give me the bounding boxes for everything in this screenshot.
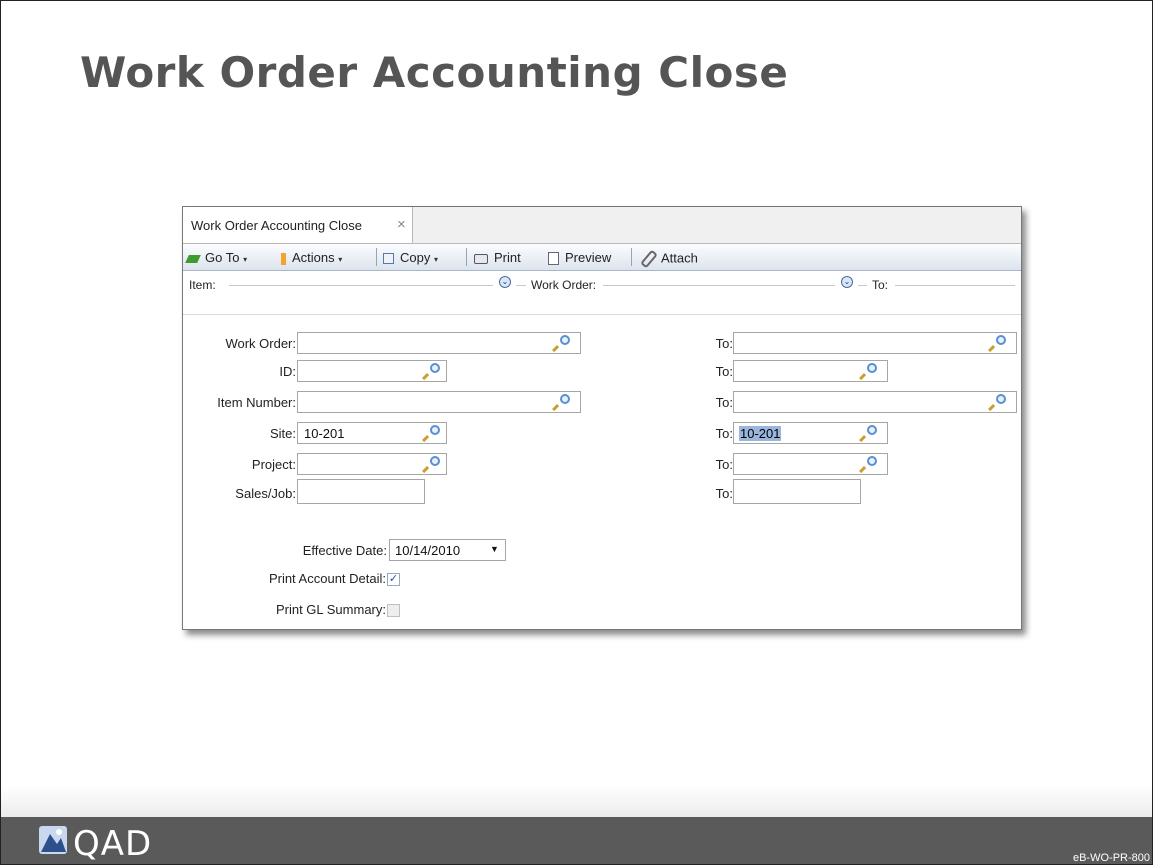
effective-date-value: 10/14/2010 (395, 543, 461, 558)
print-label: Print (494, 250, 521, 265)
toolbar-separator (631, 248, 632, 266)
brand-logo-text: QAD (73, 824, 153, 864)
expand-work-order-icon[interactable]: ⌄ (841, 276, 853, 288)
group-item-label: Item: (189, 278, 216, 292)
print-account-detail-checkbox[interactable]: ✓ (387, 573, 400, 586)
item-number-label: Item Number: (217, 395, 296, 410)
work-order-to-input[interactable] (733, 332, 1017, 354)
attach-button[interactable]: Attach (640, 249, 698, 269)
item-number-to-lookup-icon[interactable] (988, 394, 1009, 412)
toolbar-separator (376, 248, 377, 266)
print-gl-summary-checkbox[interactable] (387, 604, 400, 617)
work-order-label: Work Order: (225, 336, 296, 351)
site-to-lookup-icon[interactable] (859, 425, 880, 443)
tab-bar: Work Order Accounting Close × (183, 207, 1021, 244)
work-order-to-label: To: (715, 336, 733, 351)
project-label: Project: (251, 457, 296, 472)
preview-icon (548, 252, 559, 266)
item-number-to-label: To: (715, 395, 733, 410)
id-lookup-icon[interactable] (422, 363, 443, 381)
toolbar: Go To ▾ Actions ▾ Copy ▾ Print Preview A… (183, 244, 1021, 271)
chevron-down-icon: ▾ (433, 255, 438, 264)
group-divider (858, 285, 867, 286)
actions-label: Actions (292, 250, 335, 265)
group-divider (516, 285, 526, 286)
footer-bar (1, 817, 1152, 864)
attach-label: Attach (661, 250, 698, 266)
preview-label: Preview (565, 250, 612, 265)
print-gl-summary-label: Print GL Summary: (275, 602, 386, 617)
item-number-to-input[interactable] (733, 391, 1017, 413)
section-divider (183, 314, 1021, 315)
item-number-lookup-icon[interactable] (552, 394, 573, 412)
project-to-label: To: (715, 457, 733, 472)
copy-icon (383, 253, 394, 265)
id-to-lookup-icon[interactable] (859, 363, 880, 381)
chevron-down-icon: ▾ (338, 255, 343, 264)
tab-work-order-accounting-close[interactable]: Work Order Accounting Close × (183, 207, 413, 243)
site-lookup-icon[interactable] (422, 425, 443, 443)
actions-icon (281, 252, 286, 265)
sales-job-to-input[interactable] (733, 479, 861, 504)
toolbar-separator (466, 248, 467, 266)
effective-date-label: Effective Date: (302, 543, 387, 558)
print-button[interactable]: Print (474, 250, 521, 265)
id-label: ID: (279, 364, 296, 379)
project-to-lookup-icon[interactable] (859, 456, 880, 474)
close-icon[interactable]: × (397, 216, 406, 233)
site-to-label: To: (715, 426, 733, 441)
sales-job-to-label: To: (715, 486, 733, 501)
course-code: eB-WO-PR-800 (1072, 852, 1150, 864)
site-to-selected-value: 10-201 (739, 426, 782, 441)
tab-label: Work Order Accounting Close (191, 218, 362, 233)
work-order-to-lookup-icon[interactable] (988, 335, 1009, 353)
print-account-detail-label: Print Account Detail: (268, 571, 386, 586)
project-lookup-icon[interactable] (422, 456, 443, 474)
group-work-order-label: Work Order: (531, 278, 597, 292)
slide-title: Work Order Accounting Close (80, 48, 789, 97)
item-number-input[interactable] (297, 391, 581, 413)
site-label: Site: (269, 426, 296, 441)
preview-button[interactable]: Preview (548, 250, 612, 266)
copy-button[interactable]: Copy ▾ (383, 250, 438, 265)
chevron-down-icon: ▾ (243, 255, 248, 264)
paperclip-icon (640, 249, 658, 269)
app-window: Work Order Accounting Close × Go To ▾ Ac… (182, 206, 1022, 630)
sales-job-input[interactable] (297, 479, 425, 504)
group-divider (603, 285, 835, 286)
group-divider (895, 285, 1015, 286)
goto-label: Go To (205, 250, 240, 265)
goto-arrow-icon (185, 254, 201, 263)
qad-logo-icon (39, 826, 67, 854)
group-to-label: To: (872, 278, 889, 292)
copy-label: Copy (400, 250, 431, 265)
group-divider (229, 285, 493, 286)
actions-button[interactable]: Actions ▾ (281, 250, 342, 265)
work-order-lookup-icon[interactable] (552, 335, 573, 353)
sales-job-label: Sales/Job: (235, 486, 296, 501)
goto-button[interactable]: Go To ▾ (185, 250, 248, 265)
effective-date-select[interactable]: 10/14/2010 ▼ (389, 539, 506, 561)
id-to-label: To: (715, 364, 733, 379)
printer-icon (474, 253, 488, 264)
group-bar: Item: ⌄ Work Order: ⌄ To: (183, 271, 1021, 293)
expand-item-icon[interactable]: ⌄ (499, 276, 511, 288)
footer-fade (1, 785, 1152, 817)
work-order-input[interactable] (297, 332, 581, 354)
chevron-down-icon: ▼ (490, 544, 499, 554)
